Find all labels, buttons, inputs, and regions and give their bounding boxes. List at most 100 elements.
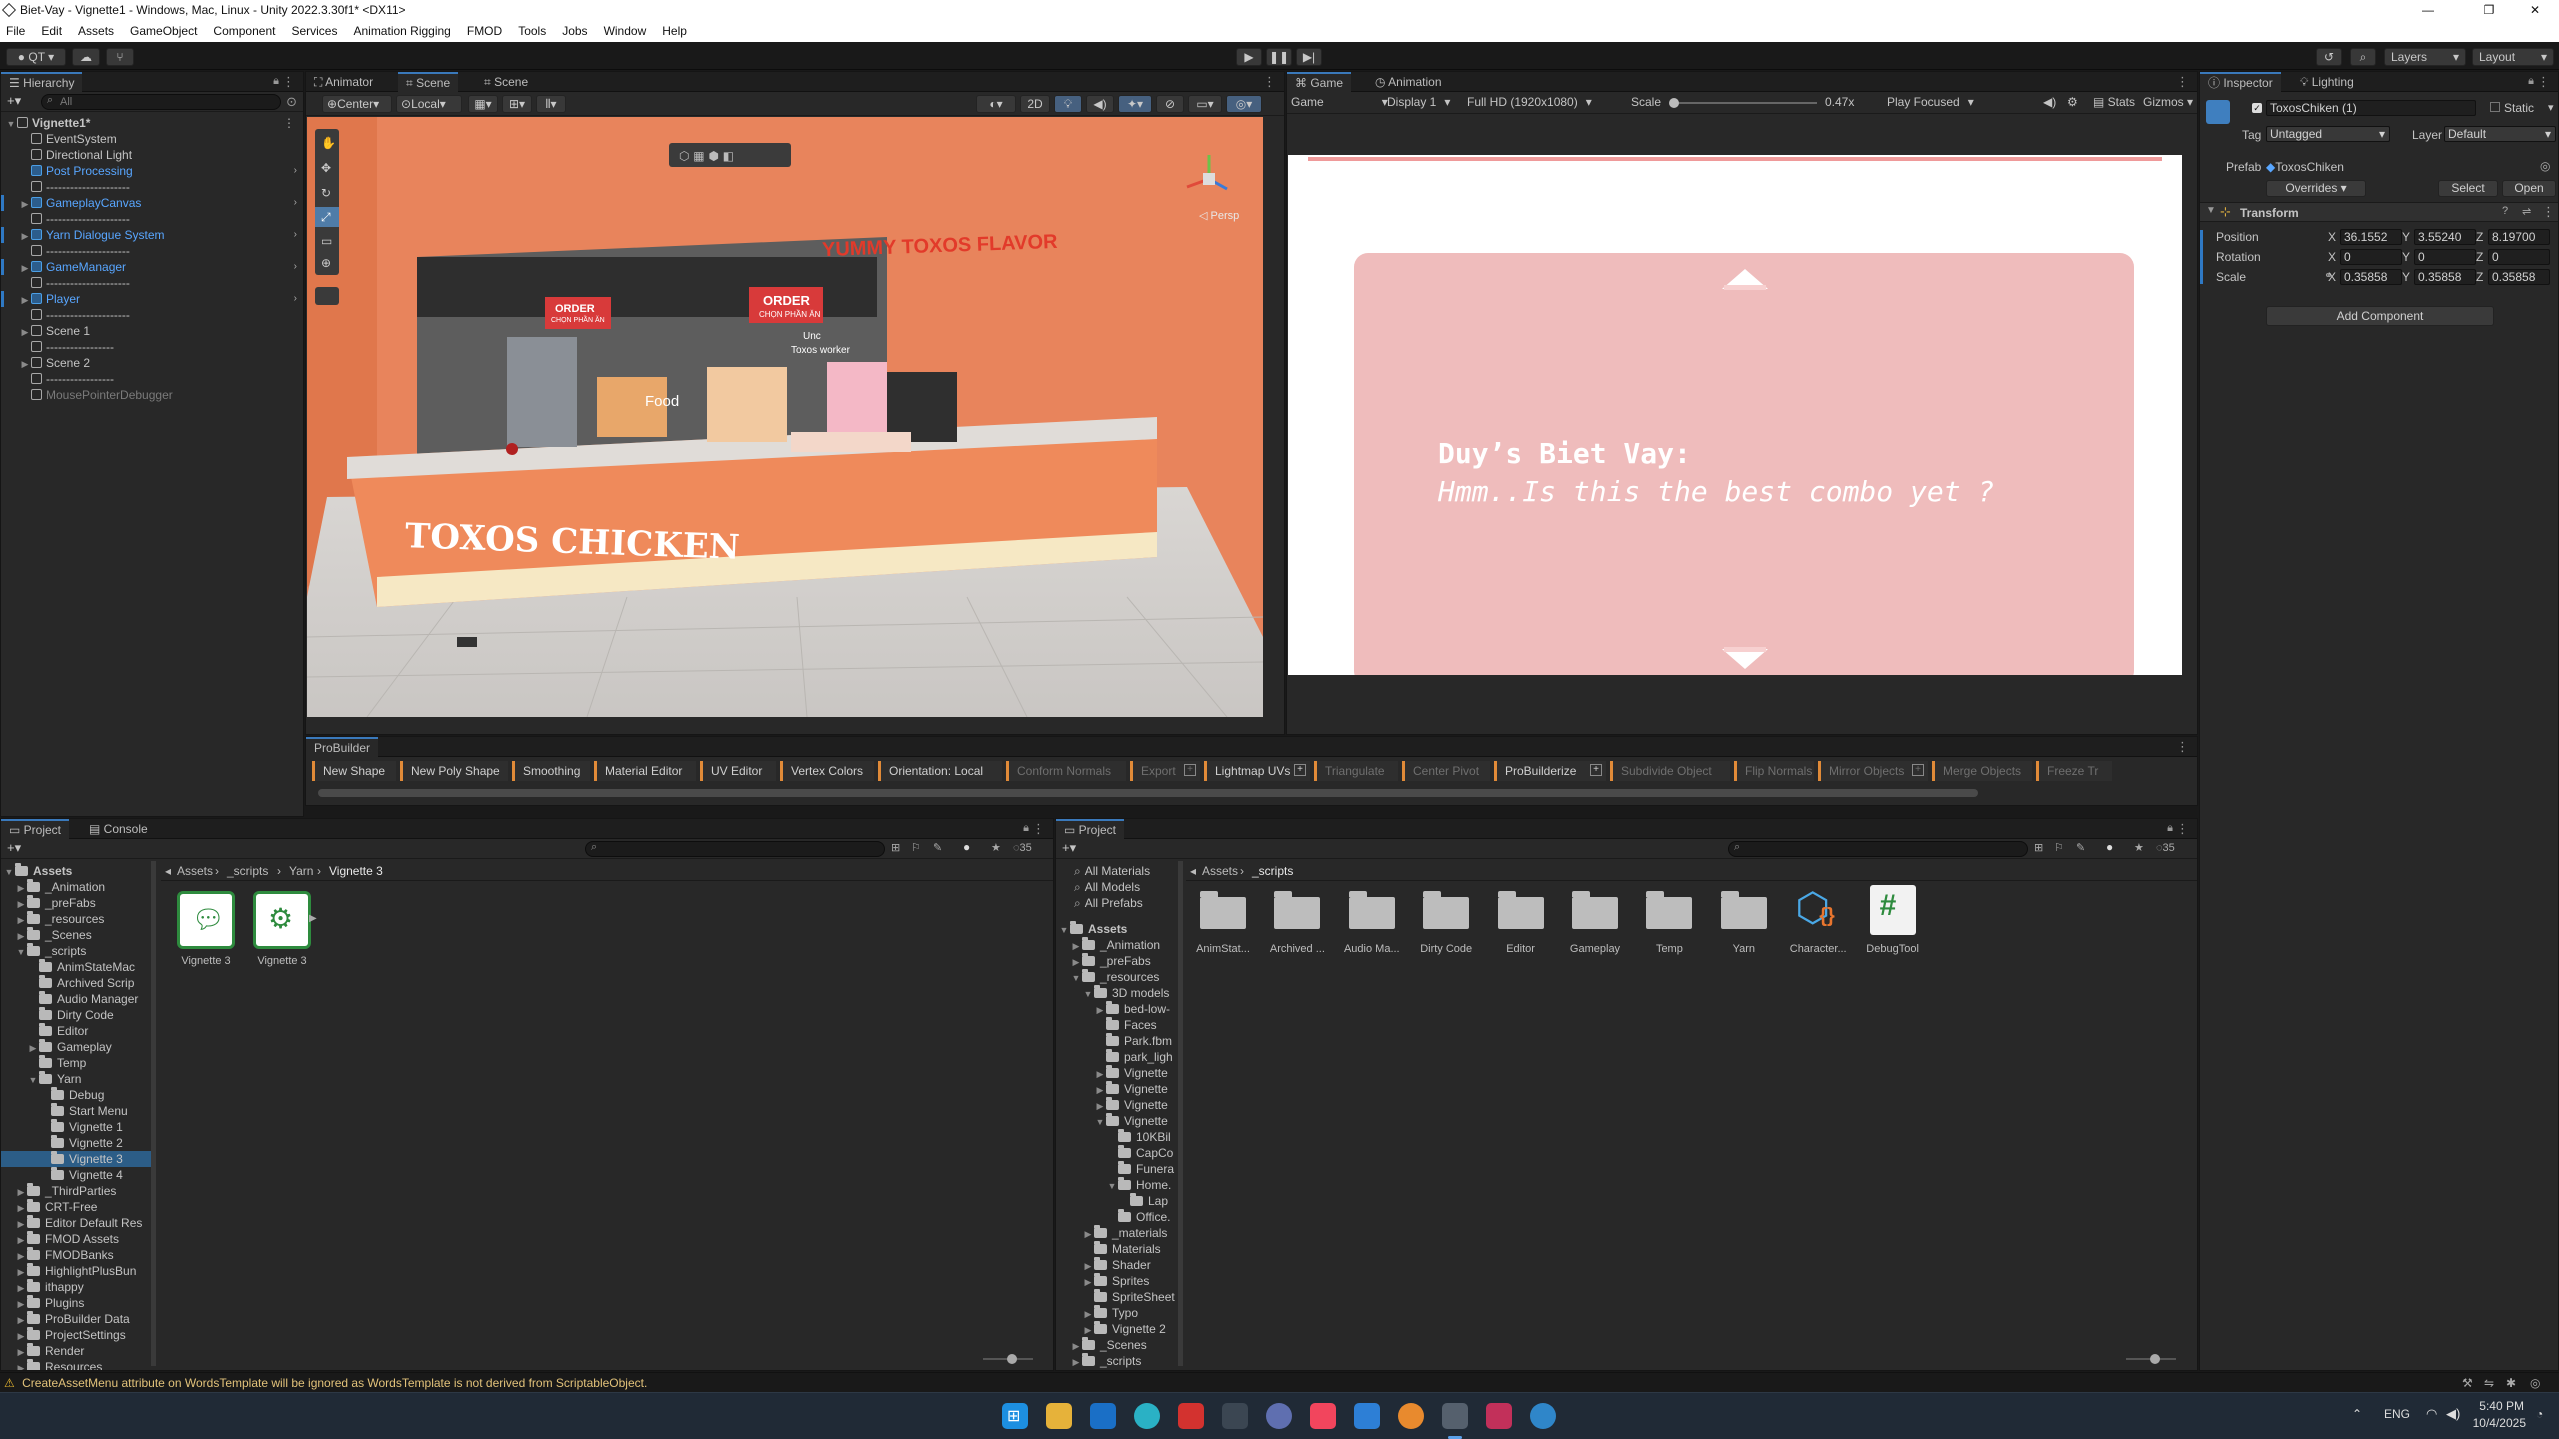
folder-tree-item[interactable]: ▶ _Scenes (1056, 1337, 1178, 1353)
tab-animator[interactable]: ⛶ Animator (306, 72, 381, 92)
folder-tree-item[interactable]: CapCo (1056, 1145, 1178, 1161)
folder-tree-item[interactable]: ▶ CRT-Free (1, 1199, 151, 1215)
menu-help[interactable]: Help (662, 24, 687, 38)
menu-services[interactable]: Services (291, 24, 337, 38)
project1-search-input[interactable] (585, 841, 885, 857)
more-menu-icon[interactable]: ⋮ (1263, 74, 1276, 90)
network-icon[interactable]: ⇋ (2484, 1373, 2494, 1393)
search-by-label-icon[interactable]: ⚐ (2054, 841, 2064, 854)
breadcrumb-scripts[interactable]: _scripts (227, 864, 268, 878)
folder-tree-item[interactable]: ▶ ithappy (1, 1279, 151, 1295)
step-button[interactable]: ▶| (1296, 48, 1322, 66)
tab-animation[interactable]: ◷ Animation (1367, 72, 1450, 92)
chevron-right-icon[interactable]: ▶ (15, 1344, 27, 1360)
hierarchy-row[interactable]: ▶ GameplayCanvas › (1, 195, 303, 211)
chevron-right-icon[interactable]: ▶ (15, 1216, 27, 1232)
folder-asset[interactable] (1642, 889, 1694, 929)
folder-tree-item[interactable]: ▶ _preFabs (1, 895, 151, 911)
search-by-type-icon[interactable]: ⊞ (2034, 841, 2043, 854)
clock-time[interactable]: 5:40 PM (2474, 1399, 2524, 1413)
folder-tree-item[interactable]: ▶ Vignette 2 (1056, 1321, 1178, 1337)
layers-dropdown[interactable]: Layers ▾ (2384, 48, 2466, 66)
presets-icon[interactable]: ⇌ (2522, 205, 2531, 218)
hierarchy-row[interactable]: --------------------- (1, 243, 303, 259)
hierarchy-row[interactable]: ▶ Scene 1 (1, 323, 303, 339)
probuilder-button[interactable]: Merge Objects (1932, 761, 2032, 781)
folder-tree-item[interactable]: ▶ Vignette (1056, 1097, 1178, 1113)
minimize-button[interactable]: — (2405, 0, 2451, 20)
cortana-icon[interactable] (1530, 1403, 1556, 1429)
chevron-right-icon[interactable]: ▶ (1082, 1322, 1094, 1338)
menu-file[interactable]: File (6, 24, 25, 38)
grid-button[interactable]: ▦▾ (468, 95, 498, 113)
status-bar[interactable]: ⚠ CreateAssetMenu attribute on WordsTemp… (0, 1372, 2559, 1392)
folder-tree-item[interactable]: ▶ HighlightPlusBun (1, 1263, 151, 1279)
search-by-label-icon[interactable]: ⚐ (911, 841, 921, 854)
chevron-down-icon[interactable]: ▼ (15, 944, 27, 960)
select-button[interactable]: Select (2438, 180, 2498, 197)
folder-tree-item[interactable]: ▶ Resources (1, 1359, 151, 1370)
chevron-right-icon[interactable]: ▶ (15, 1328, 27, 1344)
folder-tree-item[interactable]: Vignette 2 (1, 1135, 151, 1151)
hierarchy-row[interactable]: Directional Light (1, 147, 303, 163)
chevron-right-icon[interactable]: ▶ (15, 1200, 27, 1216)
breadcrumb-assets[interactable]: Assets (177, 864, 213, 878)
filter-icon[interactable]: ⊙ (286, 94, 297, 110)
create-asset-button[interactable]: +▾ (1062, 840, 1076, 856)
sync-icon[interactable]: ◎ (2530, 1373, 2540, 1393)
folder-tree-item[interactable]: ▶ FMODBanks (1, 1247, 151, 1263)
outlook-icon[interactable] (1090, 1403, 1116, 1429)
chevron-right-icon[interactable]: ▶ (15, 1360, 27, 1370)
save-search-icon[interactable]: ✎ (2076, 841, 2085, 854)
audio-toggle[interactable]: ◀) (1086, 95, 1114, 113)
more-menu-icon[interactable]: ⋮ (1032, 821, 1045, 837)
folder-tree-item[interactable]: Faces (1056, 1017, 1178, 1033)
menu-jobs[interactable]: Jobs (562, 24, 587, 38)
hierarchy-row[interactable]: ▶ Yarn Dialogue System › (1, 227, 303, 243)
folder-tree-item[interactable]: Debug (1, 1087, 151, 1103)
object-name-field[interactable]: ToxosChiken (1) (2266, 100, 2476, 116)
menu-assets[interactable]: Assets (78, 24, 114, 38)
folder-tree-item[interactable]: ▶ Render (1, 1343, 151, 1359)
layout-dropdown[interactable]: Layout ▾ (2472, 48, 2554, 66)
probuilder-button[interactable]: Export + (1130, 761, 1200, 781)
chevron-down-icon[interactable]: ▼ (3, 864, 15, 880)
folder-tree-item[interactable]: Funera (1056, 1161, 1178, 1177)
target-icon[interactable]: ◎ (2540, 159, 2550, 173)
folder-asset[interactable] (1494, 889, 1546, 929)
probuilder-button[interactable]: Mirror Objects + (1818, 761, 1928, 781)
vscode-icon[interactable] (1354, 1403, 1380, 1429)
play-button[interactable]: ▶ (1236, 48, 1262, 66)
hierarchy-row[interactable]: ----------------- (1, 371, 303, 387)
folder-tree-item[interactable]: ▶ Editor Default Res (1, 1215, 151, 1231)
chevron-right-icon[interactable]: ▶ (15, 1232, 27, 1248)
chevron-down-icon[interactable]: ▼ (27, 1072, 39, 1088)
steam-icon[interactable] (1266, 1403, 1292, 1429)
rider-icon[interactable] (1486, 1403, 1512, 1429)
folder-asset[interactable] (1419, 889, 1471, 929)
tab-scene-2[interactable]: ⌗ Scene (476, 72, 536, 92)
settings-icon[interactable]: ⚙ (2067, 95, 2078, 109)
project2-search-input[interactable] (1728, 841, 2028, 857)
chevron-right-icon[interactable]: ▶ (15, 896, 27, 912)
dialog-box[interactable]: Duy’s Biet Vay: Hmm..Is this the best co… (1354, 253, 2134, 675)
hierarchy-row[interactable]: --------------------- (1, 307, 303, 323)
layer-dropdown[interactable]: Default ▾ (2444, 126, 2556, 142)
breadcrumb-vignette-3[interactable]: Vignette 3 (329, 864, 383, 878)
more-menu-icon[interactable]: ⋮ (282, 74, 295, 90)
scene-viewport[interactable]: ⬡ ▦ ⬢ ◧ ✋ ✥ ↻ ⤢ ▭ ⊕ YUMMY TOXOS FLAVOR O… (307, 117, 1263, 717)
chevron-right-icon[interactable]: ▶ (1094, 1098, 1106, 1114)
folder-tree-item[interactable]: ▶ Typo (1056, 1305, 1178, 1321)
tab-project-2[interactable]: ▭ Project (1056, 819, 1125, 839)
transform-rot-x-field[interactable]: 0 (2340, 249, 2402, 265)
chevron-right-icon[interactable]: ▶ (19, 228, 31, 244)
folder-tree-item[interactable]: ▶ _Animation (1, 879, 151, 895)
folder-tree-item[interactable]: ▶ _scripts (1056, 1353, 1178, 1369)
probuilder-button[interactable]: Triangulate (1314, 761, 1398, 781)
folder-tree-item[interactable]: ▶ FMOD Assets (1, 1231, 151, 1247)
probuilder-button[interactable]: Flip Normals (1734, 761, 1814, 781)
csharp-script-asset[interactable]: # (1866, 885, 1918, 935)
open-prefab-arrow-icon[interactable]: › (294, 259, 297, 275)
folder-tree-item[interactable]: ▶ _Animation (1056, 937, 1178, 953)
dialog-down-arrow-icon[interactable] (1718, 645, 1772, 673)
